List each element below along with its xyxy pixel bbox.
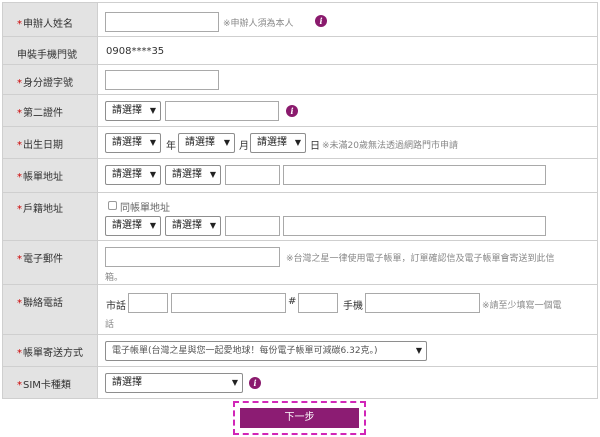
label-second-id: *第二證件 [2, 95, 98, 126]
landline-extension-input[interactable] [298, 293, 338, 313]
landline-area-input[interactable] [128, 293, 168, 313]
chevron-down-icon: ▼ [415, 346, 422, 355]
extension-hash: # [288, 296, 297, 307]
month-unit: 月 [239, 141, 249, 152]
same-as-billing-label: 同帳單地址 [120, 203, 170, 214]
info-icon[interactable]: i [249, 377, 261, 389]
landline-number-input[interactable] [171, 293, 286, 313]
household-zip-input[interactable] [225, 216, 280, 236]
chevron-down-icon: ▼ [149, 106, 156, 115]
label-applicant-name: *申辦人姓名 [2, 3, 98, 36]
household-city-select[interactable]: 請選擇 ▼ [105, 216, 161, 236]
chevron-down-icon: ▼ [149, 221, 156, 230]
applicant-name-input[interactable] [105, 12, 219, 32]
label-billing-address: *帳單地址 [2, 159, 98, 192]
chevron-down-icon: ▼ [231, 378, 238, 387]
billing-district-select[interactable]: 請選擇 ▼ [165, 165, 221, 185]
label-birthday: *出生日期 [2, 127, 98, 158]
label-phone: 申裝手機門號 [2, 37, 98, 64]
household-street-input[interactable] [283, 216, 546, 236]
info-icon[interactable]: i [315, 15, 327, 27]
birthday-note: ※未滿20歲無法透過網路門市申請 [322, 141, 458, 151]
row-birthday: *出生日期 請選擇 ▼ 年 請選擇 ▼ 月 請選擇 ▼ 日 ※未滿20歲無法透過網路門… [2, 127, 598, 159]
label-household-address: *戶籍地址 [2, 193, 98, 240]
row-household-address: *戶籍地址 同帳單地址 請選擇 ▼ 請選擇 ▼ [2, 193, 598, 241]
label-contact-phone: *聯絡電話 [2, 285, 98, 334]
email-note-line2: 箱。 [105, 273, 124, 283]
label-email: *電子郵件 [2, 241, 98, 284]
row-phone: 申裝手機門號 0908****35 [2, 37, 598, 65]
label-sim-type: *SIM卡種類 [2, 367, 98, 398]
year-unit: 年 [166, 141, 176, 152]
row-second-id: *第二證件 請選擇 ▼ i [2, 95, 598, 127]
second-id-select[interactable]: 請選擇 ▼ [105, 101, 161, 121]
email-note-line1: ※台灣之星一律使用電子帳單，訂單確認信及電子帳單會寄送到此信 [286, 254, 555, 264]
row-applicant-name: *申辦人姓名 ※申辦人須為本人 i [2, 3, 598, 37]
row-billing-address: *帳單地址 請選擇 ▼ 請選擇 ▼ [2, 159, 598, 193]
row-sim-type: *SIM卡種類 請選擇 ▼ i [2, 367, 598, 399]
billing-city-select[interactable]: 請選擇 ▼ [105, 165, 161, 185]
label-id-number: *身分證字號 [2, 65, 98, 94]
landline-label: 市話 [106, 301, 126, 312]
contact-phone-note-line1: ※請至少填寫一個電 [482, 301, 562, 311]
next-button[interactable]: 下一步 [240, 408, 359, 428]
chevron-down-icon: ▼ [149, 170, 156, 179]
label-bill-delivery: *帳單寄送方式 [2, 335, 98, 366]
id-number-input[interactable] [105, 70, 219, 90]
birth-year-select[interactable]: 請選擇 ▼ [105, 133, 161, 153]
birth-month-select[interactable]: 請選擇 ▼ [178, 133, 235, 153]
row-email: *電子郵件 ※台灣之星一律使用電子帳單，訂單確認信及電子帳單會寄送到此信 箱。 [2, 241, 598, 285]
birth-day-select[interactable]: 請選擇 ▼ [250, 133, 306, 153]
day-unit: 日 [310, 141, 320, 152]
chevron-down-icon: ▼ [294, 138, 301, 147]
info-icon[interactable]: i [286, 105, 298, 117]
sim-type-select[interactable]: 請選擇 ▼ [105, 373, 243, 393]
next-button-focus-ring: 下一步 [233, 401, 366, 435]
chevron-down-icon: ▼ [209, 221, 216, 230]
chevron-down-icon: ▼ [209, 170, 216, 179]
email-input[interactable] [105, 247, 280, 267]
second-id-input[interactable] [165, 101, 279, 121]
billing-zip-input[interactable] [225, 165, 280, 185]
household-district-select[interactable]: 請選擇 ▼ [165, 216, 221, 236]
chevron-down-icon: ▼ [149, 138, 156, 147]
row-contact-phone: *聯絡電話 市話 # 手機 ※請至少填寫一個電 話 [2, 285, 598, 335]
applicant-name-note: ※申辦人須為本人 [223, 19, 294, 29]
same-as-billing-checkbox[interactable] [108, 201, 117, 210]
chevron-down-icon: ▼ [223, 138, 230, 147]
contact-phone-note-line2: 話 [105, 320, 115, 330]
billing-street-input[interactable] [283, 165, 546, 185]
application-form: *申辦人姓名 ※申辦人須為本人 i 申裝手機門號 0908****35 *身分證… [2, 2, 598, 399]
row-bill-delivery: *帳單寄送方式 電子帳單(台灣之星與您一起愛地球！每份電子帳單可減碳6.32克。… [2, 335, 598, 367]
phone-value: 0908****35 [106, 46, 165, 57]
mobile-input[interactable] [365, 293, 480, 313]
row-id-number: *身分證字號 [2, 65, 598, 95]
mobile-label: 手機 [343, 301, 363, 312]
bill-delivery-select[interactable]: 電子帳單(台灣之星與您一起愛地球！每份電子帳單可減碳6.32克。) ▼ [105, 341, 427, 361]
